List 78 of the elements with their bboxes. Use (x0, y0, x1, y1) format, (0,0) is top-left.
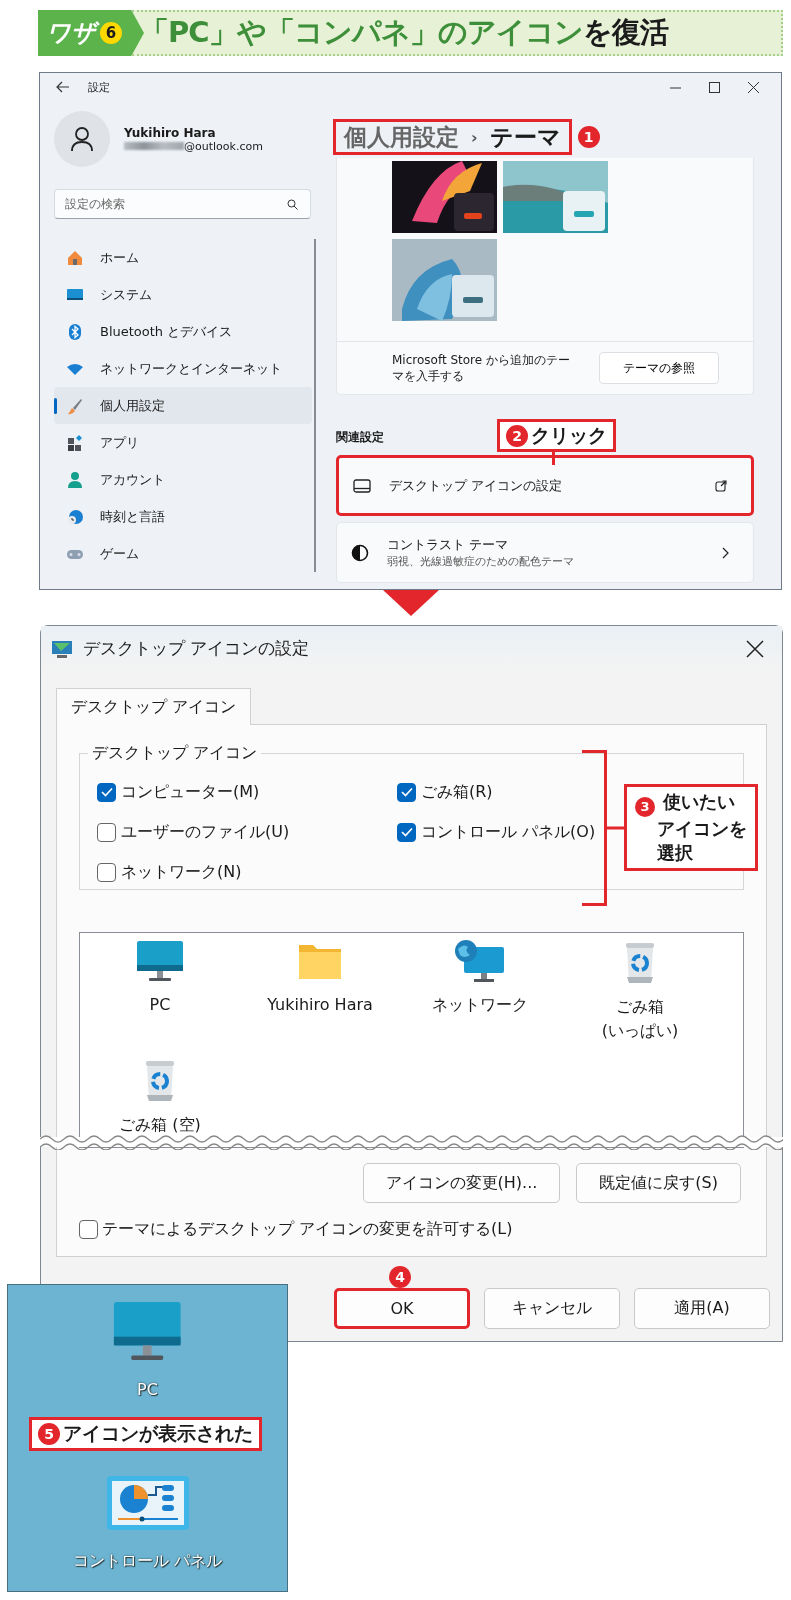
maximize-icon[interactable] (709, 81, 720, 93)
number-badge: 1 (577, 126, 600, 148)
nav-item[interactable]: ネットワークとインターネット (54, 350, 312, 387)
checkbox[interactable] (79, 1219, 98, 1239)
checkbox[interactable] (97, 782, 116, 802)
dialog-title: デスクトップ アイコンの設定 (83, 637, 310, 660)
row-title: デスクトップ アイコンの設定 (389, 476, 564, 495)
close-icon[interactable] (746, 639, 764, 658)
person-icon (66, 470, 84, 489)
checkbox[interactable] (397, 822, 416, 842)
house-icon (66, 248, 84, 267)
brush-icon (66, 396, 84, 415)
chevron-right-icon (722, 546, 729, 559)
checkbox-label: ごみ箱(R) (421, 781, 493, 803)
section-heading: 関連設定 (336, 429, 384, 445)
breadcrumb-separator: › (471, 127, 478, 147)
checkbox-label: ネットワーク(N) (121, 861, 242, 883)
close-icon[interactable] (748, 81, 759, 93)
page-heading: テーマ (489, 122, 561, 152)
person-icon (70, 126, 94, 152)
contrast-icon (351, 543, 369, 562)
nav-item[interactable]: Bluetooth とデバイス (54, 313, 312, 350)
bluetooth-icon (66, 322, 84, 341)
back-arrow-icon[interactable] (56, 81, 70, 93)
callout-label: 2 クリック (497, 419, 616, 452)
checkbox[interactable] (97, 822, 116, 842)
window-title: 設定 (88, 79, 110, 95)
check-icon (400, 827, 413, 837)
callout-label: 3 使いたいアイコンを選択 (624, 784, 758, 871)
nav-item[interactable]: 時刻と言語 (54, 498, 312, 535)
action-button[interactable]: 既定値に戻す(S) (576, 1163, 741, 1203)
monitor-outline-icon (353, 478, 371, 493)
nav-item[interactable]: 個人用設定 (54, 387, 312, 424)
search-field[interactable]: 設定の検索 (54, 189, 311, 219)
breadcrumb-link[interactable]: 個人用設定 (344, 121, 459, 153)
control-panel-icon (105, 1474, 190, 1531)
check-icon (100, 787, 113, 797)
dialog-button[interactable]: OK (334, 1288, 470, 1329)
monitor-icon (51, 638, 73, 659)
nav-item[interactable]: システム (54, 276, 312, 313)
globe-clock-icon (66, 507, 84, 526)
nav-item[interactable]: ゲーム (54, 535, 312, 572)
browse-themes-button[interactable]: テーマの参照 (599, 352, 719, 384)
settings-row[interactable]: デスクトップ アイコンの設定 (336, 455, 754, 516)
icon-label: ネットワーク (432, 994, 528, 1016)
store-text: Microsoft Store から追加のテーマを入手する (392, 352, 571, 384)
icon-label: ごみ箱 (空) (119, 1114, 201, 1136)
apps-icon (66, 433, 84, 452)
nav-item[interactable]: アカウント (54, 461, 312, 498)
action-button[interactable]: アイコンの変更(H)... (362, 1163, 561, 1203)
row-title: コントラスト テーマ (387, 536, 510, 554)
redaction-bar (124, 142, 184, 150)
checkbox[interactable] (97, 862, 116, 882)
callout-label: 5 アイコンが表示された (29, 1417, 262, 1451)
checkbox-label: コントロール パネル(O) (421, 821, 596, 843)
checkbox-label: コンピューター(M) (121, 781, 260, 803)
desktop-icon-label: コントロール パネル (72, 1550, 223, 1572)
user-email: @outlook.com (184, 139, 263, 153)
icon-label: ごみ箱 (いっぱい) (601, 996, 679, 1042)
checkbox-label: テーマによるデスクトップ アイコンの変更を許可する(L) (102, 1218, 513, 1240)
icon-label: PC (149, 994, 171, 1016)
dialog-button[interactable]: キャンセル (484, 1288, 620, 1329)
desktop-icon-label: PC (137, 1379, 158, 1399)
down-arrow-icon (382, 590, 439, 616)
tab[interactable]: デスクトップ アイコン (56, 688, 252, 725)
check-icon (400, 787, 413, 797)
nav-item[interactable]: アプリ (54, 424, 312, 461)
page-title: 「PC」や「コンパネ」のアイコンを復活 (140, 14, 668, 51)
settings-row[interactable]: コントラスト テーマ 弱視、光線過敏症のための配色テーマ (336, 522, 754, 583)
dialog-button[interactable]: 適用(A) (634, 1288, 770, 1329)
nav-item[interactable]: ホーム (54, 239, 312, 276)
checkbox[interactable] (397, 782, 416, 802)
row-subtitle: 弱視、光線過敏症のための配色テーマ (387, 554, 575, 569)
checkbox-label: ユーザーのファイル(U) (121, 821, 290, 843)
external-link-icon (715, 479, 727, 492)
user-name: Yukihiro Hara (124, 125, 217, 140)
icon-label: Yukihiro Hara (267, 994, 373, 1016)
number-badge: 6 (100, 22, 122, 44)
